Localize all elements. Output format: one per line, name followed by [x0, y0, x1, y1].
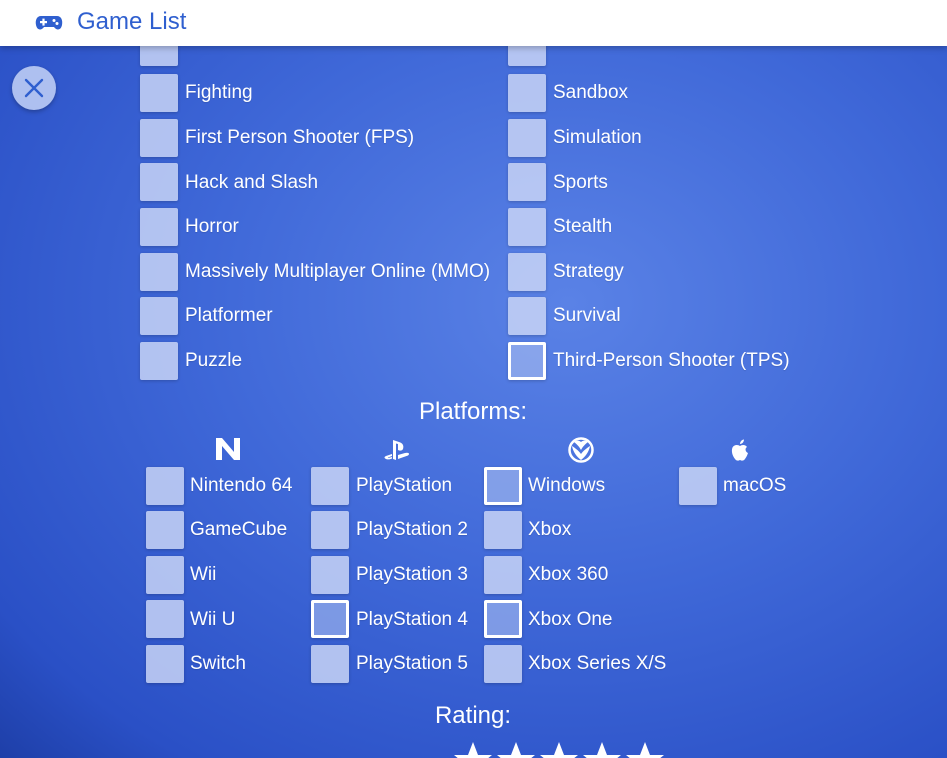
- platform-checkbox[interactable]: [484, 511, 522, 549]
- star-icon[interactable]: [496, 741, 536, 758]
- gamepad-icon: [35, 16, 63, 30]
- platform-checkbox[interactable]: [311, 511, 349, 549]
- platform-label: PlayStation 3: [356, 564, 468, 585]
- genre-label: Strategy: [553, 261, 624, 282]
- star-icon[interactable]: [539, 741, 579, 758]
- star-icon[interactable]: [625, 741, 665, 758]
- genre-label: Third-Person Shooter (TPS): [553, 350, 790, 371]
- genre-checkbox[interactable]: [140, 74, 178, 112]
- platform-label: PlayStation 4: [356, 609, 468, 630]
- genre-checkbox[interactable]: [508, 208, 546, 246]
- apple-icon: [731, 439, 748, 461]
- genre-label: Simulation: [553, 127, 642, 148]
- close-button[interactable]: [12, 66, 56, 110]
- genre-checkbox[interactable]: [140, 342, 178, 380]
- rating-heading: Rating:: [434, 702, 512, 729]
- app-header: Game List: [0, 0, 947, 46]
- platform-label: Xbox Series X/S: [528, 653, 667, 674]
- genre-label: Sports: [553, 172, 608, 193]
- platform-label: macOS: [723, 475, 787, 496]
- star-icon[interactable]: [582, 741, 622, 758]
- star-icon[interactable]: [453, 741, 493, 758]
- genre-checkbox[interactable]: [508, 297, 546, 335]
- platforms-heading: Platforms:: [418, 398, 528, 425]
- platform-checkbox[interactable]: [146, 511, 184, 549]
- app-title: Game List: [77, 8, 187, 35]
- genre-label: Stealth: [553, 216, 613, 237]
- genre-checkbox[interactable]: [140, 208, 178, 246]
- platform-checkbox[interactable]: [311, 556, 349, 594]
- platform-label: Wii: [190, 564, 217, 585]
- genre-checkbox[interactable]: [140, 297, 178, 335]
- genre-label: Hack and Slash: [185, 172, 319, 193]
- genre-label: Survival: [553, 305, 621, 326]
- platform-checkbox[interactable]: [146, 645, 184, 683]
- genre-checkbox[interactable]: [508, 74, 546, 112]
- genre-label: Horror: [185, 216, 239, 237]
- genre-checkbox[interactable]: [508, 253, 546, 291]
- platform-label: Xbox 360: [528, 564, 609, 585]
- platform-label: PlayStation 2: [356, 519, 468, 540]
- platform-label: Windows: [528, 475, 606, 496]
- genre-checkbox[interactable]: [508, 163, 546, 201]
- platform-label: GameCube: [190, 519, 288, 540]
- genre-label: Platformer: [185, 305, 273, 326]
- xbox-icon: [568, 437, 594, 463]
- platform-label: Switch: [190, 653, 246, 674]
- genre-label: Fighting: [185, 82, 253, 103]
- close-icon: [24, 78, 44, 98]
- genre-label: Sandbox: [553, 82, 629, 103]
- nintendo-icon: [216, 438, 240, 460]
- genre-checkbox[interactable]: [140, 163, 178, 201]
- platform-checkbox[interactable]: [146, 600, 184, 638]
- genre-label: Massively Multiplayer Online (MMO): [185, 261, 491, 282]
- genre-checkbox-focused[interactable]: [508, 342, 546, 380]
- genre-checkbox[interactable]: [140, 119, 178, 157]
- platform-checkbox[interactable]: [311, 467, 349, 505]
- platform-label: Xbox: [528, 519, 572, 540]
- playstation-icon: [384, 440, 409, 460]
- platform-checkbox-focused[interactable]: [484, 467, 522, 505]
- platform-checkbox[interactable]: [484, 556, 522, 594]
- platform-label: PlayStation 5: [356, 653, 468, 674]
- platform-label: Nintendo 64: [190, 475, 293, 496]
- genre-checkbox[interactable]: [140, 253, 178, 291]
- genre-label: First Person Shooter (FPS): [185, 127, 415, 148]
- platform-label: Wii U: [190, 609, 236, 630]
- genre-checkbox[interactable]: [508, 119, 546, 157]
- genre-label: Puzzle: [185, 350, 243, 371]
- platform-label: Xbox One: [528, 609, 613, 630]
- platform-checkbox[interactable]: [146, 467, 184, 505]
- platform-checkbox-focused[interactable]: [484, 600, 522, 638]
- platform-checkbox-focused[interactable]: [311, 600, 349, 638]
- platform-checkbox[interactable]: [484, 645, 522, 683]
- platform-checkbox[interactable]: [679, 467, 717, 505]
- platform-checkbox[interactable]: [311, 645, 349, 683]
- platform-label: PlayStation: [356, 475, 453, 496]
- platform-checkbox[interactable]: [146, 556, 184, 594]
